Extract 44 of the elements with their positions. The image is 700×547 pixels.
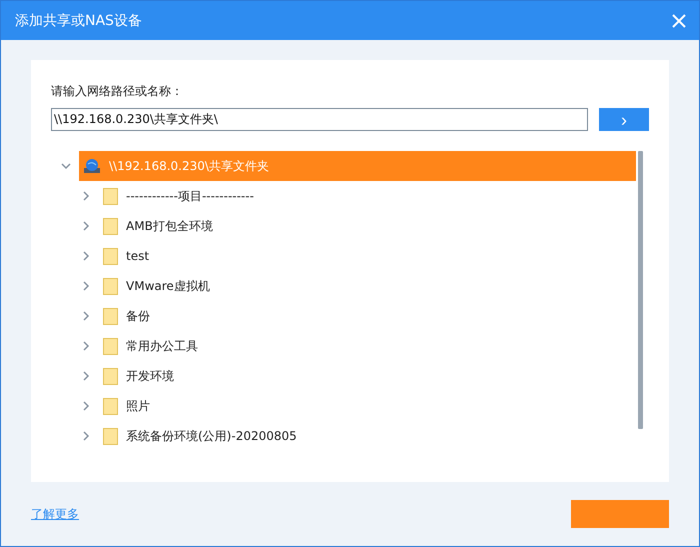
tree-row[interactable]: 系统备份环境(公用)-20200805 [99, 421, 636, 451]
caret-icon[interactable] [81, 221, 91, 231]
network-drive-icon [83, 158, 101, 174]
tree-item-label: AMB打包全环境 [126, 218, 213, 234]
caret-icon[interactable] [81, 191, 91, 201]
folder-icon [103, 368, 118, 384]
tree-row[interactable]: 备份 [99, 301, 636, 331]
tree-row[interactable]: VMware虚拟机 [99, 271, 636, 301]
tree-item-label: test [126, 249, 150, 263]
tree-row[interactable]: 常用办公工具 [99, 331, 636, 361]
folder-icon [103, 218, 118, 234]
close-icon[interactable] [671, 12, 687, 28]
tree-item-label: 常用办公工具 [126, 338, 198, 354]
window-title: 添加共享或NAS设备 [15, 12, 142, 30]
tree-row[interactable]: AMB打包全环境 [99, 211, 636, 241]
folder-icon [103, 308, 118, 324]
folder-icon [103, 428, 118, 444]
caret-icon[interactable] [81, 401, 91, 411]
tree-item-label: 开发环境 [126, 368, 174, 384]
caret-icon[interactable] [81, 431, 91, 441]
tree-row[interactable]: test [99, 241, 636, 271]
tree-row[interactable]: ------------项目------------ [99, 181, 636, 211]
folder-icon [103, 278, 118, 294]
folder-icon [103, 248, 118, 264]
caret-icon[interactable] [81, 281, 91, 291]
caret-icon[interactable] [81, 371, 91, 381]
caret-icon[interactable] [81, 341, 91, 351]
tree-item-label: 系统备份环境(公用)-20200805 [126, 428, 297, 444]
path-label: 请输入网络路径或名称： [51, 83, 183, 100]
tree-row[interactable]: 照片 [99, 391, 636, 421]
scrollbar[interactable] [638, 151, 643, 429]
folder-icon [103, 398, 118, 414]
tree-item-label: 备份 [126, 308, 150, 324]
tree-item-label: 照片 [126, 398, 150, 414]
tree-item-label: \\192.168.0.230\共享文件夹 [109, 158, 269, 174]
tree-row[interactable]: 开发环境 [99, 361, 636, 391]
caret-icon[interactable] [61, 161, 71, 171]
folder-icon [103, 188, 118, 204]
path-input-field[interactable]: \\192.168.0.230\共享文件夹\ [51, 108, 588, 131]
folder-icon [103, 338, 118, 354]
tree-item-label: VMware虚拟机 [126, 278, 210, 294]
caret-icon[interactable] [81, 251, 91, 261]
caret-icon[interactable] [81, 311, 91, 321]
tree-item-label: ------------项目------------ [126, 188, 254, 204]
